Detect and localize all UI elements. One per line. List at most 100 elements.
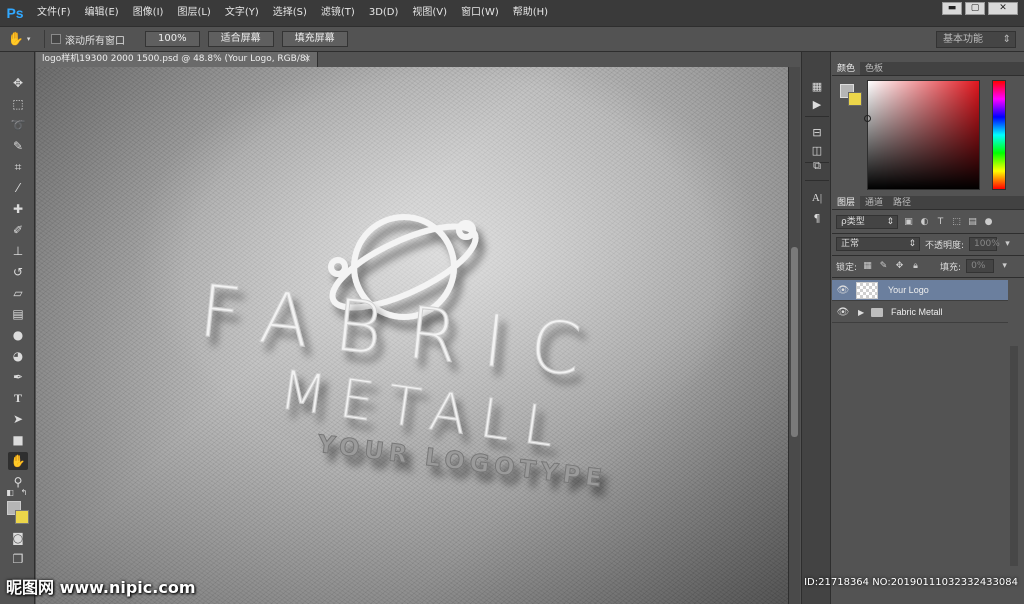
- clone-source-panel-icon[interactable]: ⧉: [808, 158, 826, 174]
- fill-dropdown-icon[interactable]: ▾: [999, 261, 1010, 272]
- menu-item-image[interactable]: 图像(I): [126, 0, 171, 26]
- tab-color[interactable]: 颜色: [832, 62, 861, 75]
- rectangle-tool-icon[interactable]: ■: [8, 431, 28, 449]
- color-picker-field[interactable]: [867, 80, 980, 190]
- visibility-eye-icon[interactable]: 👁︎: [832, 285, 854, 296]
- canvas-scrollbar-thumb[interactable]: [791, 247, 798, 437]
- watermark-site: 昵图网 www.nipic.com: [6, 578, 196, 597]
- menu-item-3d[interactable]: 3D(D): [362, 0, 406, 26]
- layer-row-fabric-metall[interactable]: 👁︎ ▶ Fabric Metall: [832, 302, 1008, 323]
- filter-pixel-icon[interactable]: ▣: [903, 217, 914, 228]
- character-panel-icon[interactable]: A|: [808, 190, 826, 206]
- document-tab[interactable]: logo样机19300 2000 1500.psd @ 48.8% (Your …: [36, 52, 318, 67]
- healing-brush-tool-icon[interactable]: ✚: [8, 200, 28, 218]
- gradient-tool-icon[interactable]: ▤: [8, 305, 28, 323]
- layer-row-your-logo[interactable]: 👁︎ Your Logo: [832, 280, 1008, 301]
- lock-image-icon[interactable]: ✎: [878, 261, 889, 272]
- minimize-button[interactable]: ▬: [942, 2, 962, 15]
- opacity-dropdown-icon[interactable]: ▾: [1002, 239, 1013, 250]
- menu-item-help[interactable]: 帮助(H): [506, 0, 555, 26]
- right-panels: 颜色 色板 图层 通道 路径 ρ类型 ⇕ ▣ ◐ T ⬚ ▤ ● 正常 ⇕ 不透…: [832, 52, 1024, 604]
- close-document-icon[interactable]: ×: [303, 52, 311, 67]
- eyedropper-tool-icon[interactable]: ⁄: [8, 179, 28, 197]
- pen-tool-icon[interactable]: ✒: [8, 368, 28, 386]
- lock-transparent-icon[interactable]: ▦: [862, 261, 873, 272]
- layers-scrollbar[interactable]: [1010, 346, 1018, 566]
- photoshop-window: Ps 文件(F) 编辑(E) 图像(I) 图层(L) 文字(Y) 选择(S) 滤…: [0, 0, 1024, 604]
- screen-mode-icon[interactable]: ❐: [8, 550, 28, 568]
- menu-item-view[interactable]: 视图(V): [405, 0, 454, 26]
- zoom-100-button[interactable]: 100%: [145, 31, 200, 47]
- swap-colors-icon[interactable]: ↰: [18, 487, 30, 497]
- eraser-tool-icon[interactable]: ▱: [8, 284, 28, 302]
- lock-position-icon[interactable]: ✥: [894, 261, 905, 272]
- scroll-all-windows-checkbox[interactable]: [51, 34, 61, 44]
- opacity-input[interactable]: 100%: [969, 237, 1000, 251]
- close-button[interactable]: ✕: [988, 2, 1018, 15]
- actions-panel-icon[interactable]: ▶: [808, 96, 826, 112]
- filter-adjustment-icon[interactable]: ◐: [919, 217, 930, 228]
- fill-screen-button[interactable]: 填充屏幕: [281, 31, 348, 47]
- menu-item-file[interactable]: 文件(F): [30, 0, 78, 26]
- menu-item-layer[interactable]: 图层(L): [170, 0, 217, 26]
- fill-input[interactable]: 0%: [966, 259, 995, 273]
- tab-channels[interactable]: 通道: [860, 196, 888, 209]
- canvas-vertical-scrollbar[interactable]: [788, 67, 800, 604]
- move-tool-icon[interactable]: ✥: [8, 74, 28, 92]
- hue-slider[interactable]: [992, 80, 1006, 190]
- menu-item-select[interactable]: 选择(S): [266, 0, 314, 26]
- lock-all-icon[interactable]: 🔒︎: [910, 261, 921, 272]
- quick-select-tool-icon[interactable]: ✎: [8, 137, 28, 155]
- color-panel-background-swatch[interactable]: [848, 92, 862, 106]
- adjustments-panel-icon[interactable]: ◫: [808, 142, 826, 158]
- blend-mode-select[interactable]: 正常 ⇕: [836, 237, 920, 251]
- tab-layers[interactable]: 图层: [832, 196, 861, 209]
- visibility-eye-icon[interactable]: 👁︎: [832, 307, 854, 318]
- history-panel-icon[interactable]: ▦: [808, 78, 826, 94]
- restore-button[interactable]: ▢: [965, 2, 985, 15]
- filter-toggle-icon[interactable]: ●: [983, 217, 994, 228]
- default-colors-icon[interactable]: ◧: [4, 487, 16, 497]
- lasso-tool-icon[interactable]: ➰: [8, 116, 28, 134]
- history-brush-tool-icon[interactable]: ↺: [8, 263, 28, 281]
- chevron-down-icon: ⇕: [1002, 34, 1011, 45]
- paragraph-panel-icon[interactable]: ¶: [808, 210, 826, 226]
- logo-text-group: FABRIC METALL YOUR LOGOTYPE: [195, 268, 611, 494]
- scroll-all-windows-option[interactable]: 滚动所有窗口: [51, 32, 125, 47]
- layers-separator: [832, 233, 1024, 234]
- fabric-logo-artwork: FABRIC METALL YOUR LOGOTYPE: [195, 214, 611, 494]
- layer-filter-kind-select[interactable]: ρ类型 ⇕: [836, 215, 898, 229]
- layer-filter-row: ρ类型 ⇕ ▣ ◐ T ⬚ ▤ ●: [836, 214, 994, 230]
- background-color-swatch[interactable]: [15, 510, 29, 524]
- menu-item-type[interactable]: 文字(Y): [218, 0, 266, 26]
- menu-item-filter[interactable]: 滤镜(T): [314, 0, 362, 26]
- menu-item-window[interactable]: 窗口(W): [454, 0, 506, 26]
- tab-swatches[interactable]: 色板: [860, 62, 888, 75]
- marquee-tool-icon[interactable]: ⬚: [8, 95, 28, 113]
- layers-panel: 图层 通道 路径 ρ类型 ⇕ ▣ ◐ T ⬚ ▤ ● 正常 ⇕ 不透明度: 10…: [832, 196, 1024, 604]
- fill-label: 填充:: [940, 262, 962, 273]
- expand-group-icon[interactable]: ▶: [858, 308, 868, 317]
- color-picker-cursor[interactable]: [864, 115, 871, 122]
- filter-shape-icon[interactable]: ⬚: [951, 217, 962, 228]
- clone-stamp-tool-icon[interactable]: ⊥: [8, 242, 28, 260]
- path-selection-tool-icon[interactable]: ➤: [8, 410, 28, 428]
- hand-tool-icon[interactable]: ✋: [8, 452, 28, 470]
- workspace-select[interactable]: 基本功能 ⇕: [936, 31, 1016, 48]
- fit-screen-button[interactable]: 适合屏幕: [207, 31, 274, 47]
- filter-type-icon[interactable]: T: [935, 217, 946, 228]
- filter-smart-object-icon[interactable]: ▤: [967, 217, 978, 228]
- quick-mask-icon[interactable]: ◙: [8, 529, 28, 547]
- watermark-id: ID:21718364 NO:20190111032332433084: [804, 577, 1018, 588]
- tab-paths[interactable]: 路径: [888, 196, 916, 209]
- brush-tool-icon[interactable]: ✐: [8, 221, 28, 239]
- document-canvas[interactable]: FABRIC METALL YOUR LOGOTYPE: [36, 67, 788, 604]
- dodge-tool-icon[interactable]: ◕: [8, 347, 28, 365]
- type-tool-icon[interactable]: T: [8, 389, 28, 407]
- chevron-down-icon: ⇕: [886, 217, 894, 227]
- properties-panel-icon[interactable]: ⊟: [808, 124, 826, 140]
- crop-tool-icon[interactable]: ⌗: [8, 158, 28, 176]
- blur-tool-icon[interactable]: ●: [8, 326, 28, 344]
- hand-tool-preset-icon[interactable]: ✋ ▾: [0, 32, 38, 47]
- menu-item-edit[interactable]: 编辑(E): [78, 0, 126, 26]
